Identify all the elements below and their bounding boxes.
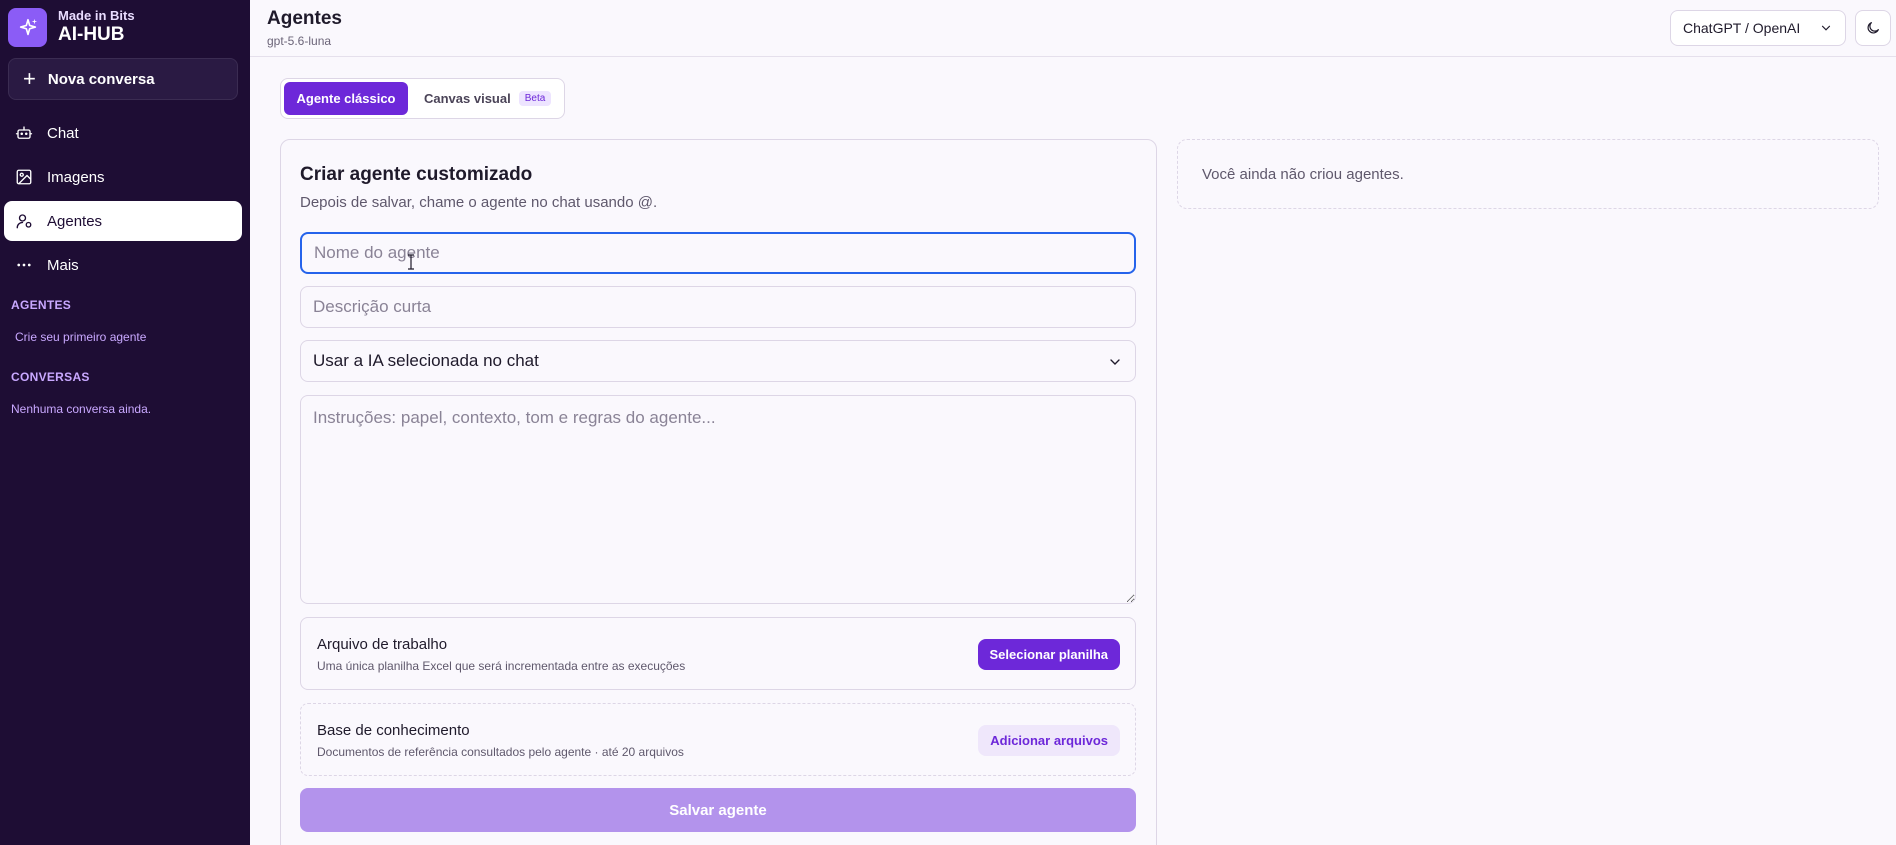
- chevron-down-icon: [1821, 25, 1831, 31]
- agent-description-input[interactable]: [300, 286, 1136, 328]
- tab-visual-canvas[interactable]: Canvas visual Beta: [424, 82, 552, 115]
- image-icon: [16, 169, 32, 185]
- conversations-empty: Nenhuma conversa ainda.: [11, 402, 152, 416]
- save-agent-button[interactable]: Salvar agente: [300, 788, 1136, 832]
- tab-visual-canvas-label: Canvas visual: [424, 91, 511, 106]
- sidebar-item-label: Imagens: [47, 168, 105, 186]
- theme-toggle-button[interactable]: [1855, 10, 1891, 46]
- page-title: Agentes: [267, 8, 342, 29]
- sidebar-item-mais[interactable]: Mais: [4, 245, 242, 285]
- card-title: Criar agente customizado: [300, 164, 533, 185]
- provider-select[interactable]: ChatGPT / OpenAI: [1670, 10, 1846, 46]
- select-spreadsheet-button[interactable]: Selecionar planilha: [977, 639, 1120, 670]
- create-first-agent-link[interactable]: Crie seu primeiro agente: [15, 330, 146, 344]
- sidebar-item-label: Agentes: [47, 212, 103, 230]
- sidebar-item-imagens[interactable]: Imagens: [4, 157, 242, 197]
- work-file-title: Arquivo de trabalho: [317, 636, 448, 653]
- more-icon: [17, 263, 31, 267]
- chevron-down-icon: [1110, 359, 1120, 365]
- work-file-desc: Uma única planilha Excel que será increm…: [317, 659, 686, 673]
- text-cursor-icon: [408, 254, 414, 270]
- knowledge-base-box: Base de conhecimento Documentos de refer…: [300, 703, 1136, 776]
- sidebar-item-label: Chat: [47, 124, 79, 142]
- work-file-box: Arquivo de trabalho Uma única planilha E…: [300, 617, 1136, 690]
- agents-empty-text: Você ainda não criou agentes.: [1202, 166, 1404, 183]
- header: Agentes gpt-5.6-luna ChatGPT / OpenAI: [250, 0, 1896, 57]
- sidebar-item-label: Mais: [47, 256, 79, 274]
- add-files-button[interactable]: Adicionar arquivos: [978, 725, 1120, 756]
- agents-section-title: AGENTES: [11, 298, 72, 312]
- knowledge-base-desc: Documentos de referência consultados pel…: [317, 745, 684, 759]
- agent-name-input[interactable]: [300, 232, 1136, 274]
- conversations-section-title: CONVERSAS: [11, 370, 90, 384]
- sidebar: Made in Bits AI-HUB + Nova conversa Chat…: [0, 0, 250, 845]
- new-chat-label: Nova conversa: [47, 70, 155, 88]
- beta-badge: Beta: [518, 91, 552, 106]
- brand[interactable]: Made in Bits AI-HUB: [8, 8, 135, 47]
- moon-icon: [1867, 22, 1879, 34]
- knowledge-base-title: Base de conhecimento: [317, 722, 470, 739]
- mode-toggle: Agente clássico Canvas visual Beta: [280, 78, 565, 119]
- new-chat-button[interactable]: + Nova conversa: [8, 58, 238, 100]
- instructions-textarea[interactable]: [300, 395, 1136, 604]
- model-subtitle: gpt-5.6-luna: [267, 34, 332, 48]
- card-subtitle: Depois de salvar, chame o agente no chat…: [300, 194, 658, 211]
- brand-subtitle: Made in Bits: [58, 7, 135, 23]
- brand-title: AI-HUB: [58, 23, 125, 45]
- provider-select-value: ChatGPT / OpenAI: [1683, 20, 1801, 36]
- tab-classic-agent[interactable]: Agente clássico: [284, 82, 408, 115]
- robot-icon: [15, 126, 33, 139]
- agents-list-empty: Você ainda não criou agentes.: [1177, 139, 1879, 209]
- model-select[interactable]: Usar a IA selecionada no chat: [300, 340, 1136, 382]
- user-icon: [16, 214, 32, 229]
- plus-icon: +: [23, 66, 36, 91]
- sparkles-icon: [8, 8, 47, 47]
- model-select-value: Usar a IA selecionada no chat: [313, 351, 539, 370]
- create-agent-card: Criar agente customizado Depois de salva…: [280, 139, 1157, 845]
- sidebar-item-agentes[interactable]: Agentes: [4, 201, 242, 241]
- sidebar-item-chat[interactable]: Chat: [4, 113, 242, 153]
